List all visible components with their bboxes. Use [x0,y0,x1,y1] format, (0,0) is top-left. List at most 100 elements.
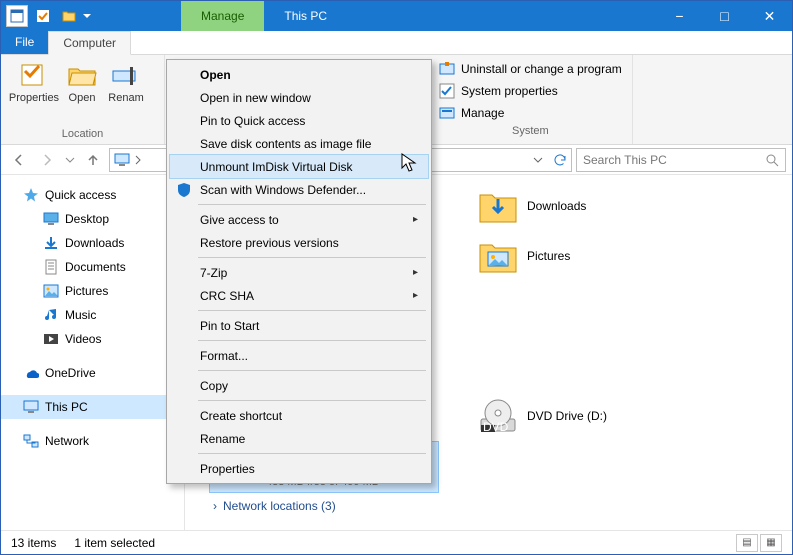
chevron-down-icon [65,155,75,165]
ribbon-group-system-label: System [435,125,626,141]
status-selected-count: 1 item selected [74,536,155,550]
arrow-right-icon [39,152,55,168]
ctx-rename[interactable]: Rename [170,427,428,450]
qat-new-folder[interactable] [58,5,80,27]
drive-dvd[interactable]: DVD DVD Drive (D:) [473,391,753,441]
nav-downloads[interactable]: Downloads [1,231,184,255]
file-explorer-window: Manage This PC − □ ✕ File Computer Prope… [0,0,793,555]
context-menu: Open Open in new window Pin to Quick acc… [166,59,432,484]
nav-up[interactable] [81,148,105,172]
section-network-locations[interactable]: › Network locations (3) [209,493,792,515]
tab-file[interactable]: File [1,30,48,54]
chevron-right-icon [134,154,142,166]
defender-shield-icon [176,182,192,198]
network-icon [23,433,39,449]
window-controls: − □ ✕ [657,1,792,31]
ctx-pin-start[interactable]: Pin to Start [170,314,428,337]
titlebar: Manage This PC − □ ✕ [1,1,792,31]
desktop-icon [43,211,59,227]
ctx-create-shortcut[interactable]: Create shortcut [170,404,428,427]
ribbon-properties[interactable]: Properties [7,57,61,128]
tab-computer[interactable]: Computer [48,31,131,55]
pictures-icon [43,283,59,299]
downloads-icon [43,235,59,251]
nav-network[interactable]: Network [1,429,184,453]
thispc-icon [114,152,130,168]
music-icon [43,307,59,323]
close-button[interactable]: ✕ [747,1,792,31]
quick-access-toolbar [1,1,95,31]
ctx-format[interactable]: Format... [170,344,428,367]
properties-icon [18,59,50,91]
thispc-icon [23,399,39,415]
manage-icon [439,105,455,121]
ribbon-open[interactable]: Open [61,57,103,128]
status-bar: 13 items 1 item selected ▤ ▦ [1,530,792,554]
ribbon-toggle-icon [10,9,24,23]
rename-icon [110,59,142,91]
uninstall-icon [439,61,455,77]
navigation-pane: Quick access Desktop Downloads Documents… [1,175,185,530]
refresh-icon[interactable] [553,153,567,167]
ctx-scan-defender[interactable]: Scan with Windows Defender... [170,178,428,201]
minimize-button[interactable]: − [657,1,702,31]
nav-pictures[interactable]: Pictures [1,279,184,303]
nav-recent[interactable] [63,148,77,172]
star-icon [23,187,39,203]
folder-pictures[interactable]: Pictures [473,231,753,281]
chevron-right-icon: › [213,499,217,513]
pictures-folder-icon [477,235,519,277]
nav-desktop[interactable]: Desktop [1,207,184,231]
nav-forward[interactable] [35,148,59,172]
maximize-button[interactable]: □ [702,1,747,31]
tab-manage[interactable]: Manage [181,1,264,31]
ctx-unmount-imdisk[interactable]: Unmount ImDisk Virtual Disk [170,155,428,178]
view-details-button[interactable]: ▤ [736,534,758,552]
nav-videos[interactable]: Videos [1,327,184,351]
videos-icon [43,331,59,347]
ribbon-uninstall[interactable]: Uninstall or change a program [439,59,622,79]
open-folder-icon [66,59,98,91]
status-item-count: 13 items [11,536,56,550]
downloads-folder-icon [477,185,519,227]
arrow-up-icon [85,152,101,168]
search-input[interactable]: Search This PC [576,148,786,172]
arrow-left-icon [11,152,27,168]
view-large-button[interactable]: ▦ [760,534,782,552]
ribbon-rename[interactable]: Renam [103,57,149,128]
nav-onedrive[interactable]: OneDrive [1,361,184,385]
ribbon-group-location-label: Location [7,128,158,144]
ctx-restore-versions[interactable]: Restore previous versions [170,231,428,254]
ctx-7zip[interactable]: 7-Zip▸ [170,261,428,284]
ctx-pin-quick-access[interactable]: Pin to Quick access [170,109,428,132]
ctx-save-disk-image[interactable]: Save disk contents as image file [170,132,428,155]
qat-ribbon-toggle[interactable] [6,5,28,27]
chevron-down-icon[interactable] [533,155,543,165]
nav-quick-access[interactable]: Quick access [1,183,184,207]
ctx-give-access[interactable]: Give access to▸ [170,208,428,231]
nav-back[interactable] [7,148,31,172]
qat-properties[interactable] [32,5,54,27]
window-title: This PC [264,1,347,31]
search-icon [765,153,779,167]
ctx-open-new-window[interactable]: Open in new window [170,86,428,109]
qat-dropdown-icon[interactable] [83,10,91,22]
system-properties-icon [439,83,455,99]
ribbon-system-properties[interactable]: System properties [439,81,622,101]
folder-downloads[interactable]: Downloads [473,181,753,231]
ctx-properties[interactable]: Properties [170,457,428,480]
ctx-copy[interactable]: Copy [170,374,428,397]
onedrive-icon [23,365,39,381]
ribbon-manage[interactable]: Manage [439,103,622,123]
contextual-tabs: Manage This PC [181,1,347,31]
documents-icon [43,259,59,275]
nav-music[interactable]: Music [1,303,184,327]
dvd-drive-icon: DVD [477,395,519,437]
svg-text:DVD: DVD [483,420,509,434]
nav-thispc[interactable]: This PC [1,395,184,419]
nav-documents[interactable]: Documents [1,255,184,279]
ribbon-tabs: File Computer [1,31,792,55]
ctx-open[interactable]: Open [170,63,428,86]
ctx-crc-sha[interactable]: CRC SHA▸ [170,284,428,307]
properties-check-icon [36,9,50,23]
